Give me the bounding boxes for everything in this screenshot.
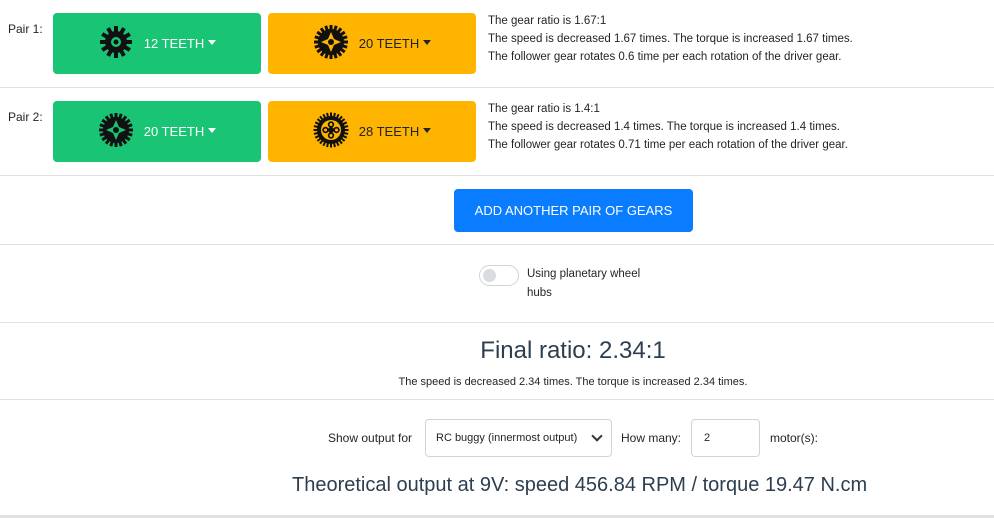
how-many-label: How many: bbox=[621, 431, 682, 445]
rotation-text: The follower gear rotates 0.71 time per … bbox=[488, 139, 848, 151]
speed-torque-text: The speed is decreased 1.4 times. The to… bbox=[488, 121, 841, 133]
gear-28-icon bbox=[313, 112, 349, 151]
gear-pair-row: Pair 2: 20 TEETH 28 TEETH The gear ratio… bbox=[0, 88, 994, 176]
output-select[interactable]: RC buggy (innermost output) bbox=[425, 419, 612, 457]
final-ratio-title: Final ratio: 2.34:1 bbox=[480, 337, 666, 364]
pair-label: Pair 2: bbox=[8, 110, 43, 124]
motor-count-input[interactable]: 2 bbox=[691, 419, 760, 457]
pair-label: Pair 1: bbox=[8, 22, 43, 36]
driver-gear-dropdown[interactable]: 12 TEETH bbox=[53, 13, 261, 74]
gear-12-icon bbox=[98, 24, 134, 63]
gear-20-icon bbox=[313, 24, 349, 63]
gear-20-icon bbox=[98, 112, 134, 151]
gear-ratio-text: The gear ratio is 1.67:1 bbox=[488, 15, 607, 27]
pair-description: The gear ratio is 1.67:1 The speed is de… bbox=[488, 12, 853, 66]
follower-gear-dropdown[interactable]: 20 TEETH bbox=[268, 13, 476, 74]
pair-description: The gear ratio is 1.4:1 The speed is dec… bbox=[488, 100, 848, 154]
add-pair-button[interactable]: ADD ANOTHER PAIR OF GEARS bbox=[454, 189, 693, 232]
follower-gear-label: 20 TEETH bbox=[359, 36, 432, 51]
theoretical-output: Theoretical output at 9V: speed 456.84 R… bbox=[292, 474, 868, 496]
speed-torque-text: The speed is decreased 1.67 times. The t… bbox=[488, 33, 853, 45]
final-ratio-section: Final ratio: 2.34:1 The speed is decreas… bbox=[0, 323, 994, 400]
gear-ratio-text: The gear ratio is 1.4:1 bbox=[488, 103, 600, 115]
toggle-knob bbox=[483, 269, 496, 282]
rotation-text: The follower gear rotates 0.6 time per e… bbox=[488, 51, 842, 63]
motors-label: motor(s): bbox=[770, 431, 818, 445]
planetary-toggle[interactable] bbox=[479, 265, 519, 286]
driver-gear-label: 20 TEETH bbox=[144, 124, 217, 139]
final-ratio-description: The speed is decreased 2.34 times. The t… bbox=[398, 376, 748, 388]
add-pair-row: ADD ANOTHER PAIR OF GEARS bbox=[0, 176, 994, 245]
planetary-row: Using planetary wheel hubs bbox=[0, 245, 994, 323]
follower-gear-label: 28 TEETH bbox=[359, 124, 432, 139]
driver-gear-label: 12 TEETH bbox=[144, 36, 217, 51]
output-section: Show output for RC buggy (innermost outp… bbox=[0, 400, 994, 518]
output-select-value: RC buggy (innermost output) bbox=[436, 432, 578, 444]
gear-pair-row: Pair 1: 12 TEETH 20 TEETH The gear ratio… bbox=[0, 0, 994, 88]
chevron-down-icon bbox=[591, 430, 603, 442]
show-output-label: Show output for bbox=[328, 431, 413, 445]
motor-count-value: 2 bbox=[704, 432, 711, 444]
follower-gear-dropdown[interactable]: 28 TEETH bbox=[268, 101, 476, 162]
driver-gear-dropdown[interactable]: 20 TEETH bbox=[53, 101, 261, 162]
planetary-toggle-label: Using planetary wheel hubs bbox=[527, 268, 641, 299]
